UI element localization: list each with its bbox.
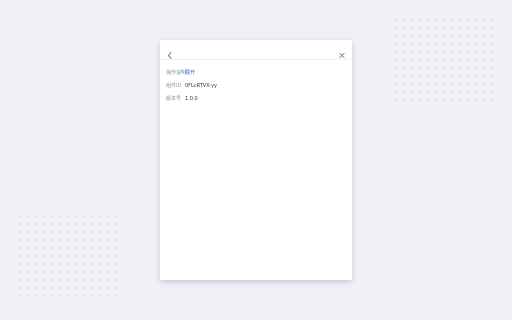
version-value: 1.0.0 [185,96,198,102]
info-row-component-id: 组件ID 0FLcRTVX-yy [166,80,352,93]
component-info-dialog: 操作说明 展开 组件ID 0FLcRTVX-yy 版本号 1.0.0 [160,40,352,280]
info-label: 操作说明 [166,70,187,76]
info-row-version: 版本号 1.0.0 [166,93,352,106]
info-row-description: 操作说明 展开 [166,67,352,80]
close-button[interactable] [338,45,346,59]
dialog-header [160,40,352,60]
decorative-dot-grid-top-right [392,16,496,104]
component-info-list: 操作说明 展开 组件ID 0FLcRTVX-yy 版本号 1.0.0 [160,60,352,106]
chevron-left-icon [168,52,172,59]
decorative-dot-grid-bottom-left [16,212,120,300]
close-icon [339,52,345,59]
expand-description-link[interactable]: 展开 [185,67,195,80]
back-button[interactable] [166,45,174,59]
info-label: 组件ID [166,83,182,89]
component-id-value: 0FLcRTVX-yy [185,83,217,89]
info-label: 版本号 [166,96,182,102]
